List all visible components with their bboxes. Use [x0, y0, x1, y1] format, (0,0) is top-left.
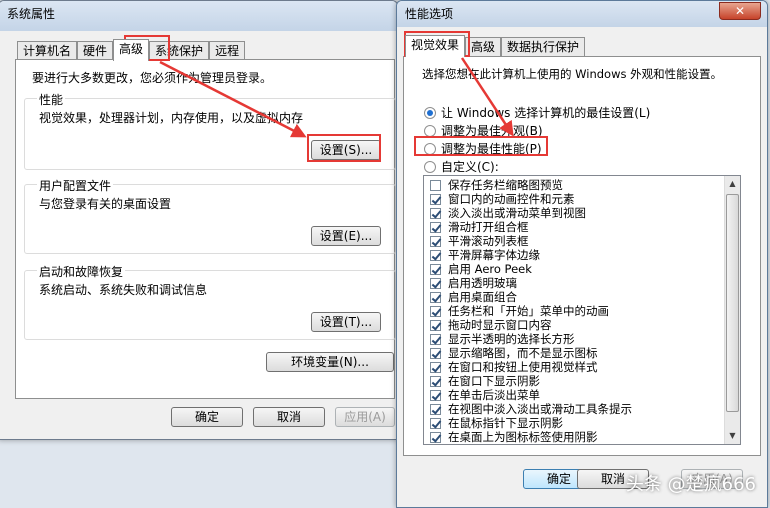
radio-label: 让 Windows 选择计算机的最佳设置(L) [441, 106, 651, 120]
radio-label: 自定义(C): [441, 160, 499, 174]
scroll-thumb[interactable] [726, 194, 739, 412]
checkbox[interactable] [430, 221, 441, 233]
scroll-down-icon[interactable]: ▼ [725, 428, 740, 444]
advanced-panel: 要进行大多数更改，您必须作为管理员登录。 性能 视觉效果，处理器计划，内存使用，… [15, 59, 396, 399]
list-item[interactable]: 在窗口和按钮上使用视觉样式 [430, 360, 740, 374]
list-item[interactable]: 启用 Aero Peek [430, 262, 740, 276]
checkbox[interactable] [430, 235, 441, 247]
radio-indicator [424, 160, 436, 173]
checkbox[interactable] [430, 375, 441, 387]
checkbox[interactable] [430, 431, 441, 443]
perfopts-tabs: 视觉效果 高级 数据执行保护 [405, 35, 586, 57]
list-item[interactable]: 在鼠标指针下显示阴影 [430, 416, 740, 430]
checkbox[interactable] [430, 333, 441, 345]
window-title: 系统属性 [7, 7, 56, 21]
tab-computer-name[interactable]: 计算机名 [17, 41, 78, 60]
effects-scrollbar[interactable]: ▲ ▼ [724, 176, 740, 444]
sysprops-cancel-button[interactable]: 取消 [253, 407, 325, 427]
list-item[interactable]: 启用桌面组合 [430, 290, 740, 304]
checkbox[interactable] [430, 193, 441, 205]
tab-advanced[interactable]: 高级 [113, 39, 150, 61]
list-item[interactable]: 显示缩略图，而不是显示图标 [430, 346, 740, 360]
checkbox[interactable] [430, 263, 441, 275]
radio-custom[interactable]: 自定义(C): [424, 158, 499, 175]
list-item[interactable]: 在单击后淡出菜单 [430, 388, 740, 402]
list-item[interactable]: 在视图中淡入淡出或滑动工具条提示 [430, 402, 740, 416]
checkbox[interactable] [430, 291, 441, 303]
list-item[interactable]: 窗口内的动画控件和元素 [430, 192, 740, 206]
tab-visual-effects[interactable]: 视觉效果 [405, 35, 466, 57]
list-item[interactable]: 淡入淡出或滑动菜单到视图 [430, 206, 740, 220]
checkbox[interactable] [430, 319, 441, 331]
checkbox[interactable] [430, 305, 441, 317]
visual-effects-list[interactable]: 保存任务栏缩略图预览 窗口内的动画控件和元素 淡入淡出或滑动菜单到视图 滑动打开… [423, 175, 741, 445]
list-item[interactable]: 显示半透明的选择长方形 [430, 332, 740, 346]
user-profile-settings-button[interactable]: 设置(E)... [311, 226, 381, 246]
radio-label: 调整为最佳性能(P) [441, 142, 542, 156]
startup-settings-button[interactable]: 设置(T)... [311, 312, 381, 332]
admin-note: 要进行大多数更改，您必须作为管理员登录。 [32, 71, 273, 85]
radio-best-appearance[interactable]: 调整为最佳外观(B) [424, 122, 543, 139]
performance-options-titlebar[interactable]: 性能选项 ✕ [397, 1, 767, 27]
sysprops-tabs: 计算机名 硬件 高级 系统保护 远程 [17, 39, 246, 61]
tab-system-protection[interactable]: 系统保护 [149, 41, 210, 60]
radio-label: 调整为最佳外观(B) [441, 124, 543, 138]
tab-hardware[interactable]: 硬件 [77, 41, 114, 60]
list-item[interactable]: 启用透明玻璃 [430, 276, 740, 290]
instruction-text: 选择您想在此计算机上使用的 Windows 外观和性能设置。 [422, 67, 723, 81]
list-item[interactable]: 拖动时显示窗口内容 [430, 318, 740, 332]
checkbox[interactable] [430, 347, 441, 359]
watermark: 头条 @楚疯666 [625, 474, 756, 495]
sysprops-ok-button[interactable]: 确定 [171, 407, 243, 427]
checkbox[interactable] [430, 417, 441, 429]
checkbox[interactable] [430, 361, 441, 373]
list-item[interactable]: 平滑屏幕字体边缘 [430, 248, 740, 262]
list-item[interactable]: 任务栏和「开始」菜单中的动画 [430, 304, 740, 318]
checkbox[interactable] [430, 277, 441, 289]
checkbox[interactable] [430, 249, 441, 261]
radio-best-performance[interactable]: 调整为最佳性能(P) [424, 140, 542, 157]
effects-items: 保存任务栏缩略图预览 窗口内的动画控件和元素 淡入淡出或滑动菜单到视图 滑动打开… [424, 176, 740, 444]
user-profile-title: 用户配置文件 [37, 177, 114, 194]
tab-remote[interactable]: 远程 [209, 41, 246, 60]
system-properties-window: 系统属性 计算机名 硬件 高级 系统保护 远程 要进行大多数更改，您必须作为管理… [0, 0, 398, 440]
effect-label: 在桌面上为图标标签使用阴影 [448, 430, 598, 444]
checkbox[interactable] [430, 179, 441, 191]
environment-variables-button[interactable]: 环境变量(N)... [266, 352, 394, 372]
list-item[interactable]: 平滑滚动列表框 [430, 234, 740, 248]
system-properties-titlebar[interactable]: 系统属性 [0, 1, 397, 31]
tab-dep[interactable]: 数据执行保护 [501, 37, 586, 56]
radio-indicator [424, 142, 436, 155]
close-icon[interactable]: ✕ [719, 2, 761, 20]
performance-settings-button[interactable]: 设置(S)... [311, 140, 381, 160]
window-title: 性能选项 [405, 7, 454, 21]
startup-recovery-title: 启动和故障恢复 [37, 263, 126, 280]
scroll-up-icon[interactable]: ▲ [725, 176, 740, 192]
list-item[interactable]: 在桌面上为图标标签使用阴影 [430, 430, 740, 444]
radio-windows-choose[interactable]: 让 Windows 选择计算机的最佳设置(L) [424, 104, 650, 121]
startup-recovery-desc: 系统启动、系统失败和调试信息 [39, 283, 208, 297]
list-item[interactable]: 在窗口下显示阴影 [430, 374, 740, 388]
tab-perf-advanced[interactable]: 高级 [465, 37, 502, 56]
list-item[interactable]: 保存任务栏缩略图预览 [430, 178, 740, 192]
checkbox[interactable] [430, 389, 441, 401]
user-profile-desc: 与您登录有关的桌面设置 [39, 197, 172, 211]
checkbox[interactable] [430, 403, 441, 415]
sysprops-apply-button: 应用(A) [335, 407, 395, 427]
performance-title: 性能 [37, 91, 66, 108]
performance-desc: 视觉效果，处理器计划，内存使用，以及虚拟内存 [39, 111, 304, 125]
checkbox[interactable] [430, 207, 441, 219]
radio-indicator [424, 106, 436, 119]
radio-indicator [424, 124, 436, 137]
list-item[interactable]: 滑动打开组合框 [430, 220, 740, 234]
